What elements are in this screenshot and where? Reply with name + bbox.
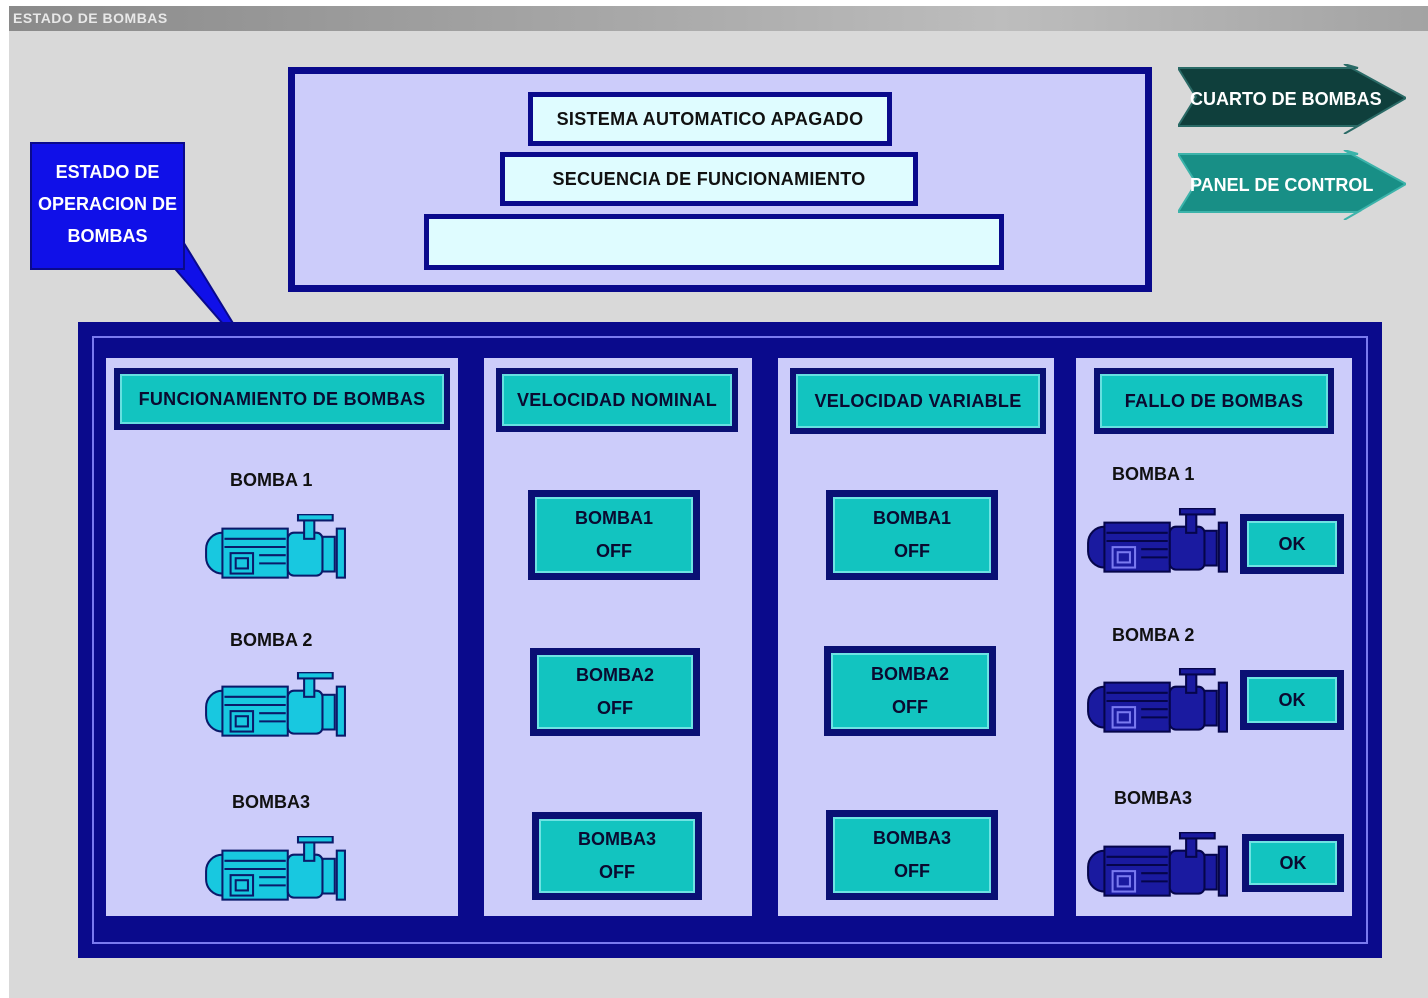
pump-icon: [205, 672, 346, 737]
control-panel-nav-button[interactable]: PANEL DE CONTROL: [1178, 150, 1406, 220]
pump-icon: [1087, 668, 1228, 733]
sequence-label: SECUENCIA DE FUNCIONAMIENTO: [500, 152, 918, 206]
button-pump-name: BOMBA2: [575, 665, 654, 685]
pump-icon: [1087, 832, 1228, 897]
pump-fault-header: FALLO DE BOMBAS: [1094, 368, 1334, 434]
button-pump-state: OFF: [894, 541, 930, 561]
pump-icon: [205, 836, 346, 901]
operation-header: FUNCIONAMIENTO DE BOMBAS: [114, 368, 450, 430]
fault-pump-1-label: BOMBA 1: [1112, 464, 1195, 484]
pump-room-nav-button[interactable]: CUARTO DE BOMBAS: [1178, 64, 1406, 134]
nominal-speed-header: VELOCIDAD NOMINAL: [496, 368, 738, 432]
pump-icon: [205, 514, 346, 579]
button-pump-name: BOMBA2: [870, 664, 949, 684]
operation-pump-3-label: BOMBA3: [232, 792, 311, 812]
fault-pump-2-label: BOMBA 2: [1112, 625, 1195, 645]
control-panel-label: PANEL DE CONTROL: [1190, 174, 1374, 195]
fault-pump-2-status: OK: [1240, 670, 1344, 730]
operation-pump-1-label: BOMBA 1: [230, 470, 313, 490]
pump-room-label: CUARTO DE BOMBAS: [1190, 88, 1382, 109]
button-pump-state: OFF: [596, 541, 632, 561]
variable-pump-2-button[interactable]: BOMBA2 OFF: [824, 646, 996, 736]
pump-icon: [1087, 508, 1228, 573]
operation-pump-2-label: BOMBA 2: [230, 630, 313, 650]
button-pump-name: BOMBA3: [577, 829, 656, 849]
sequence-value-display: [424, 214, 1004, 270]
button-pump-state: OFF: [599, 862, 635, 882]
fault-pump-3-status: OK: [1242, 834, 1344, 892]
variable-pump-3-button[interactable]: BOMBA3 OFF: [826, 810, 998, 900]
button-pump-state: OFF: [894, 861, 930, 881]
callout-line-3: BOMBAS: [67, 226, 148, 246]
button-pump-state: OFF: [597, 698, 633, 718]
callout-box: ESTADO DE OPERACION DE BOMBAS: [30, 142, 185, 270]
variable-pump-1-button[interactable]: BOMBA1 OFF: [826, 490, 998, 580]
fault-pump-1-status: OK: [1240, 514, 1344, 574]
button-pump-state: OFF: [892, 697, 928, 717]
button-pump-name: BOMBA1: [872, 508, 951, 528]
callout-line-1: ESTADO DE: [55, 162, 160, 182]
button-pump-name: BOMBA3: [872, 828, 951, 848]
button-pump-name: BOMBA1: [574, 508, 653, 528]
nominal-pump-1-button[interactable]: BOMBA1 OFF: [528, 490, 700, 580]
nominal-pump-3-button[interactable]: BOMBA3 OFF: [532, 812, 702, 900]
fault-pump-3-label: BOMBA3: [1114, 788, 1193, 808]
nominal-pump-2-button[interactable]: BOMBA2 OFF: [530, 648, 700, 736]
system-status-label: SISTEMA AUTOMATICO APAGADO: [528, 92, 892, 146]
variable-speed-header: VELOCIDAD VARIABLE: [790, 368, 1046, 434]
callout-line-2: OPERACION DE: [37, 194, 178, 214]
